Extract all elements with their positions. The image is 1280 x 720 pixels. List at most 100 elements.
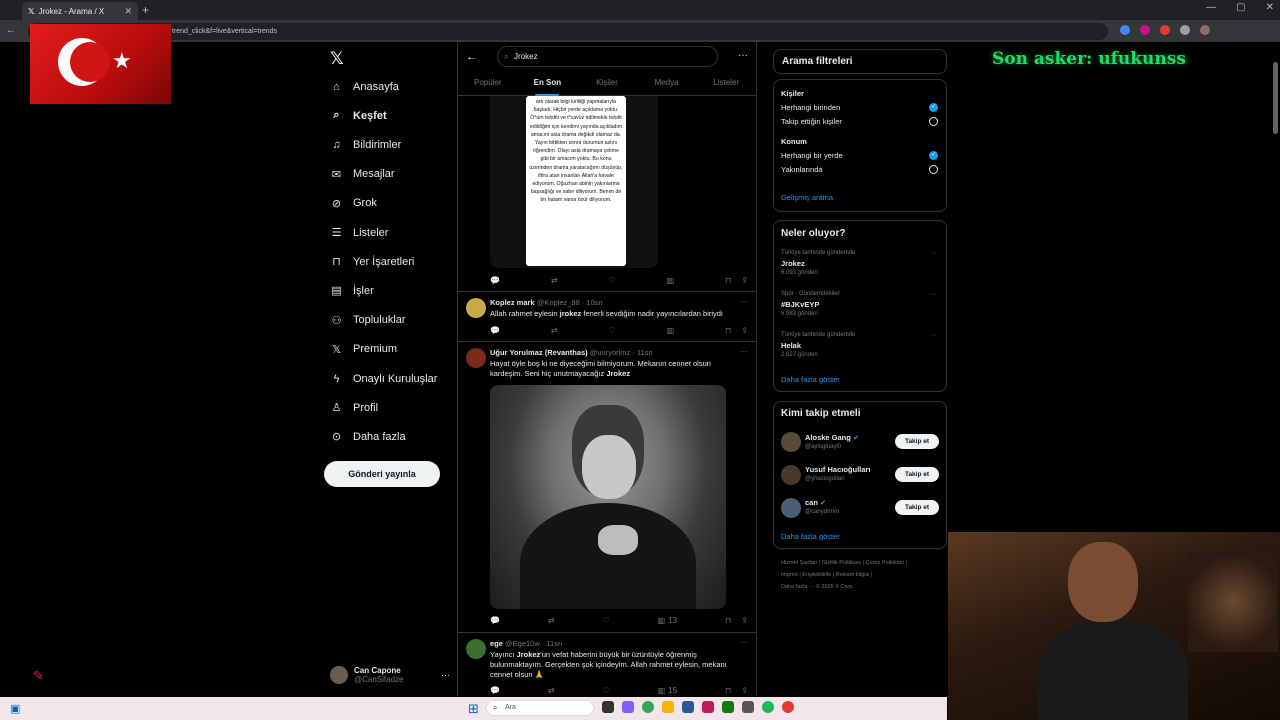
more-icon[interactable]: ··· (740, 297, 748, 306)
app-icon[interactable] (702, 701, 714, 713)
extension-icon[interactable] (1140, 25, 1150, 35)
avatar[interactable] (781, 465, 801, 485)
avatar[interactable] (466, 298, 486, 318)
repost-icon[interactable]: ⇄ (551, 276, 558, 285)
share-icon[interactable]: ⇪ (741, 326, 748, 335)
scrollbar-thumb[interactable] (1273, 62, 1278, 134)
extension-icon[interactable] (1120, 25, 1130, 35)
profile-avatar-icon[interactable] (1200, 25, 1210, 35)
sidebar-item-bookmark[interactable]: ⊓ Yer İşaretleri (330, 255, 414, 269)
reply-icon[interactable]: 💬 (490, 686, 500, 695)
suggested-user-name[interactable]: can ✔ (805, 498, 826, 507)
sidebar-item-x[interactable]: 𝕏 Premium (330, 343, 397, 356)
avatar[interactable] (781, 432, 801, 452)
bookmark-icon[interactable]: ⊓ (725, 276, 731, 285)
app-icon[interactable] (742, 701, 754, 713)
sidebar-item-user[interactable]: ♙ Profil (330, 401, 379, 415)
bookmark-icon[interactable]: ⊓ (725, 686, 731, 695)
location-option-anywhere[interactable]: Herhangi bir yerde (781, 151, 843, 160)
tab-latest[interactable]: En Son (518, 74, 578, 96)
people-option-following[interactable]: Takip ettiğin kişiler (781, 117, 842, 126)
avatar[interactable] (781, 498, 801, 518)
new-tab-icon[interactable]: + (142, 3, 149, 17)
views-count[interactable]: ▥ 13 (658, 616, 677, 625)
x-logo-icon[interactable]: 𝕏 (330, 49, 344, 69)
close-window-icon[interactable]: ✕ (1266, 2, 1274, 13)
browser-tab[interactable]: 𝕏 Jrokez - Arama / X ✕ (22, 2, 138, 20)
repost-icon[interactable]: ⇄ (551, 326, 558, 335)
sidebar-item-more-circle[interactable]: ⊙ Daha fazla (330, 430, 406, 444)
sidebar-item-briefcase[interactable]: ▤ İşler (330, 284, 373, 298)
like-icon[interactable]: ♡ (603, 686, 610, 695)
account-switcher[interactable]: Can Capone @CanSifadze ··· (330, 663, 450, 687)
chrome-icon[interactable] (642, 701, 654, 713)
more-icon[interactable]: ··· (740, 638, 748, 647)
share-icon[interactable]: ⇪ (741, 616, 748, 625)
tab-lists[interactable]: Listeler (696, 74, 756, 95)
sidebar-item-bell[interactable]: ♫ Bildirimler (330, 138, 401, 151)
suggested-user-name[interactable]: Aloske Gang ✔ (805, 433, 859, 442)
maximize-icon[interactable]: ▢ (1236, 2, 1245, 13)
more-icon[interactable]: ··· (740, 347, 748, 356)
radio-selected-icon[interactable]: ✓ (929, 103, 938, 112)
sidebar-item-grok[interactable]: ⊘ Grok (330, 197, 377, 210)
follow-button[interactable]: Takip et (895, 467, 939, 482)
like-icon[interactable]: ♡ (608, 326, 615, 335)
who-to-follow-show-more-link[interactable]: Daha fazla göster (781, 532, 840, 541)
radio-unselected-icon[interactable] (929, 117, 938, 126)
share-icon[interactable]: ⇪ (741, 276, 748, 285)
views-icon[interactable]: ▥ (667, 326, 675, 335)
radio-unselected-icon[interactable] (929, 165, 938, 174)
like-icon[interactable]: ♡ (603, 616, 610, 625)
more-icon[interactable]: ··· (738, 50, 748, 61)
spotify-icon[interactable] (762, 701, 774, 713)
back-arrow-icon[interactable]: ← (466, 51, 477, 63)
tab-people[interactable]: Kişiler (577, 74, 637, 95)
extension-icon[interactable] (1160, 25, 1170, 35)
sidebar-item-mail[interactable]: ✉ Mesajlar (330, 168, 395, 181)
close-tab-icon[interactable]: ✕ (124, 6, 132, 17)
follow-button[interactable]: Takip et (895, 500, 939, 515)
repost-icon[interactable]: ⇄ (548, 616, 555, 625)
app-icon[interactable] (722, 701, 734, 713)
post-button[interactable]: Gönderi yayınla (324, 461, 440, 487)
back-icon[interactable]: ← (6, 25, 16, 36)
repost-icon[interactable]: ⇄ (548, 686, 555, 695)
follow-button[interactable]: Takip et (895, 434, 939, 449)
footer-links[interactable]: Daha fazla ··· © 2025 X Corp. (781, 584, 854, 590)
folder-icon[interactable] (662, 701, 674, 713)
taskview-icon[interactable] (602, 701, 614, 713)
tab-media[interactable]: Medya (637, 74, 697, 95)
sidebar-item-search[interactable]: ⌕ Keşfet (330, 109, 386, 122)
sidebar-item-home[interactable]: ⌂ Anasayfa (330, 80, 399, 93)
bookmark-icon[interactable]: ⊓ (725, 326, 731, 335)
copilot-icon[interactable] (622, 701, 634, 713)
reply-icon[interactable]: 💬 (490, 276, 500, 285)
extension-icon[interactable] (1180, 25, 1190, 35)
more-icon[interactable]: ··· (930, 291, 937, 298)
page-scrollbar[interactable] (1273, 44, 1278, 696)
like-icon[interactable]: ♡ (608, 276, 615, 285)
more-icon[interactable]: ··· (930, 250, 937, 257)
footer-links[interactable]: Hizmet Şartları | Gizlilik Politikası | … (781, 560, 907, 566)
advanced-search-link[interactable]: Gelişmiş arama (781, 193, 833, 202)
share-icon[interactable]: ⇪ (741, 686, 748, 695)
avatar[interactable] (466, 348, 486, 368)
people-option-anyone[interactable]: Herhangi birinden (781, 103, 840, 112)
views-icon[interactable]: ▥ (667, 276, 675, 285)
widgets-icon[interactable]: ▣ (10, 702, 20, 715)
more-icon[interactable]: ··· (930, 332, 937, 339)
sidebar-item-bolt[interactable]: ϟ Onaylı Kuruluşlar (330, 372, 438, 385)
radio-selected-icon[interactable]: ✓ (929, 151, 938, 160)
footer-links[interactable]: Imprint | Erişilebilirlik | Reklam bilgi… (781, 572, 872, 578)
app-icon[interactable] (682, 701, 694, 713)
address-bar[interactable]: trend_click&f=live&vertical=trends (28, 23, 1108, 40)
reply-icon[interactable]: 💬 (490, 616, 500, 625)
more-icon[interactable]: ··· (441, 670, 450, 680)
tweet-author[interactable]: Koplez mark (490, 298, 535, 307)
tweet-image[interactable]: artı olarak bilgi kirliliği yapmalarıyla… (490, 96, 658, 268)
windows-start-icon[interactable]: ⊞ (468, 701, 479, 717)
tab-popular[interactable]: Popüler (458, 74, 518, 95)
reply-icon[interactable]: 💬 (490, 326, 500, 335)
search-input[interactable]: ⌕ Jrokez (497, 46, 718, 67)
